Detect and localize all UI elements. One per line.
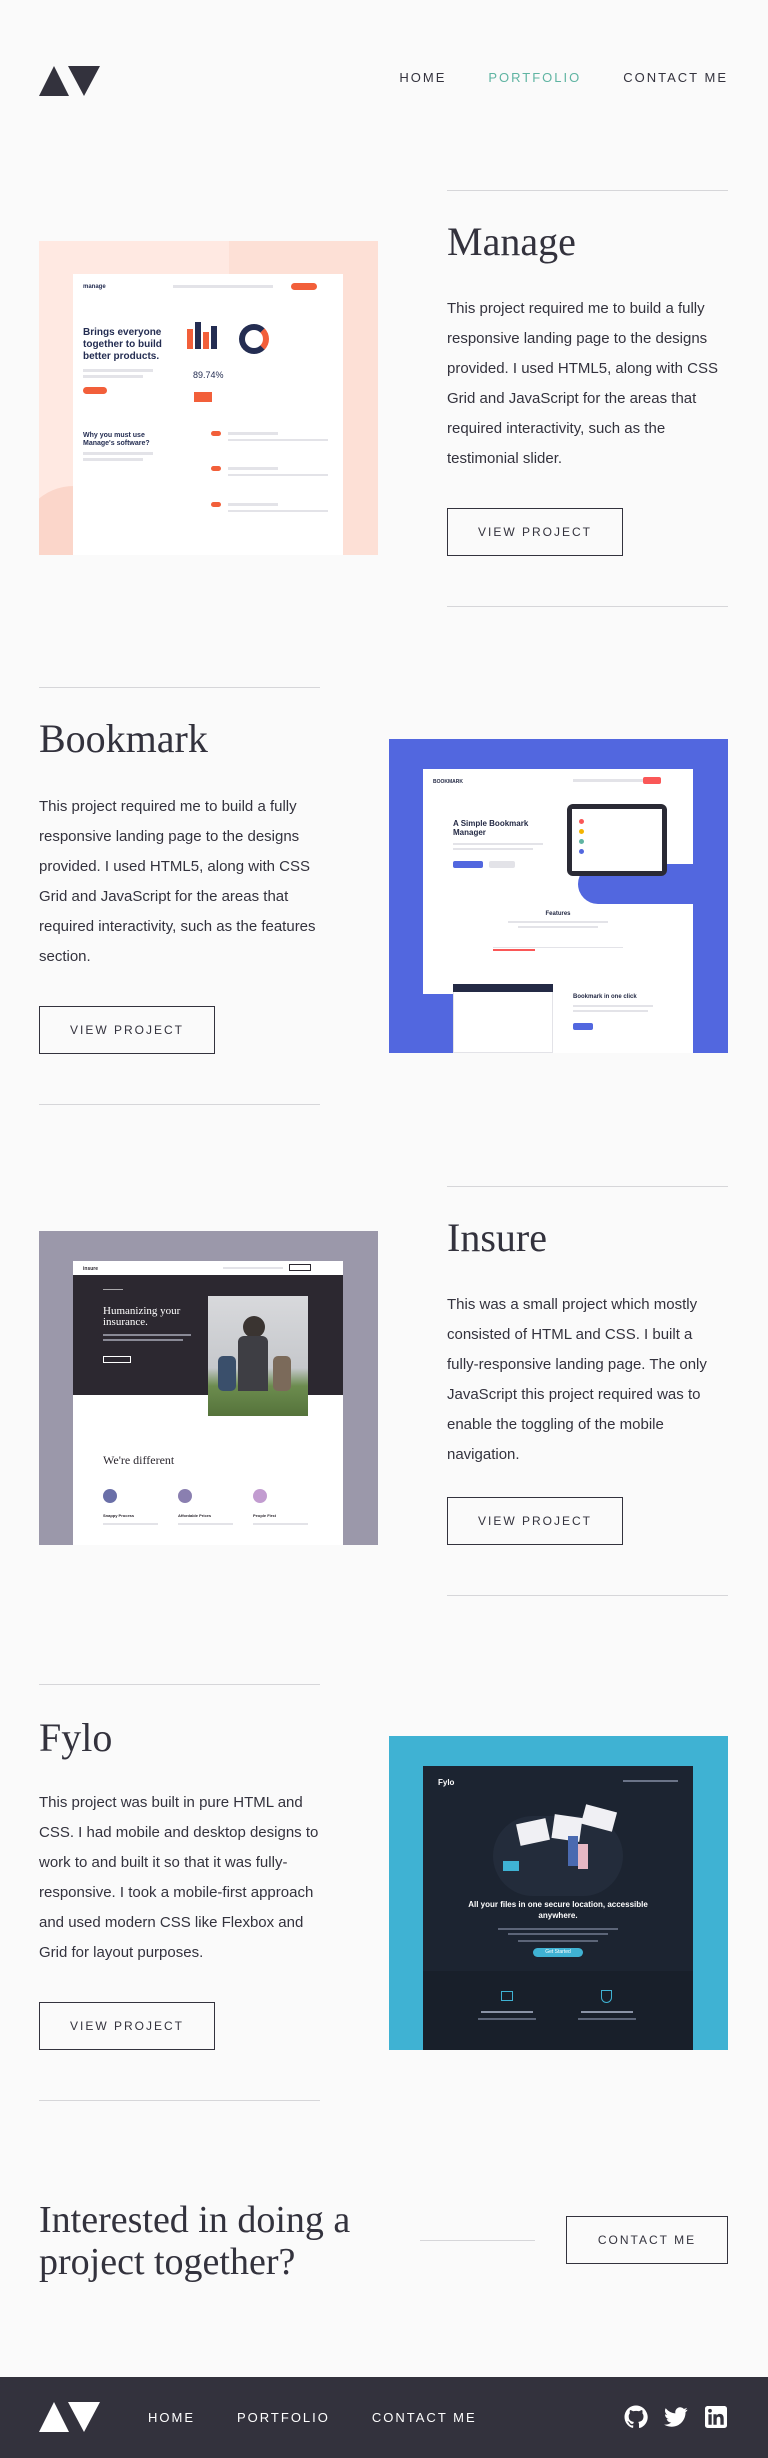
manage-preview-stat: 89.74% bbox=[193, 370, 224, 380]
fylo-preview-logo: Fylo bbox=[438, 1778, 455, 1787]
linkedin-icon[interactable] bbox=[704, 2405, 728, 2429]
bookmark-preview-features: Features bbox=[545, 911, 571, 917]
view-project-button[interactable]: VIEW PROJECT bbox=[447, 1497, 623, 1545]
manage-preview-headline: Brings everyone together to build better… bbox=[83, 327, 162, 362]
bookmark-preview-logo: BOOKMARK bbox=[433, 779, 463, 785]
manage-preview-image: manage Brings everyone together to build… bbox=[39, 241, 378, 555]
insure-preview-item: Snappy Process bbox=[103, 1513, 135, 1518]
project-title: Bookmark bbox=[39, 716, 208, 761]
bookmark-preview-section-title: Bookmark in one click bbox=[573, 994, 637, 1000]
nav-home-link[interactable]: HOME bbox=[399, 70, 446, 85]
insure-preview-image: insure Humanizing your insurance. We're … bbox=[39, 1231, 378, 1545]
footer-nav: HOME PORTFOLIO CONTACT ME bbox=[148, 2410, 477, 2425]
bookmark-preview-headline: A Simple Bookmark Manager bbox=[453, 819, 529, 837]
divider bbox=[39, 1104, 320, 1105]
project-description: This project required me to build a full… bbox=[39, 798, 316, 965]
fylo-preview-cta: Get Started bbox=[533, 1948, 583, 1957]
fylo-preview-image: Fylo All your files in one secure locati… bbox=[389, 1736, 728, 2050]
manage-preview-logo: manage bbox=[83, 284, 106, 290]
insure-preview-headline: Humanizing your insurance. bbox=[103, 1305, 181, 1328]
view-project-button[interactable]: VIEW PROJECT bbox=[39, 1006, 215, 1054]
main-nav: HOME PORTFOLIO CONTACT ME bbox=[399, 70, 728, 85]
contact-me-button[interactable]: CONTACT ME bbox=[566, 2216, 728, 2264]
project-title: Insure bbox=[447, 1215, 547, 1260]
manage-preview-subhead: Why you must use Manage's software? bbox=[83, 432, 150, 447]
logo-icon[interactable] bbox=[39, 66, 100, 96]
nav-portfolio-link[interactable]: PORTFOLIO bbox=[488, 70, 581, 85]
nav-contact-link[interactable]: CONTACT ME bbox=[623, 70, 728, 85]
github-icon[interactable] bbox=[624, 2405, 648, 2429]
bookmark-preview-image: BOOKMARK A Simple Bookmark Manager Featu… bbox=[389, 739, 728, 1053]
insure-preview-item: Affordable Prices bbox=[178, 1513, 212, 1518]
divider bbox=[420, 2240, 535, 2241]
divider bbox=[39, 2100, 320, 2101]
project-description: This project required me to build a full… bbox=[447, 300, 718, 467]
divider bbox=[447, 606, 728, 607]
footer: HOME PORTFOLIO CONTACT ME bbox=[0, 2377, 768, 2458]
project-title: Manage bbox=[447, 219, 576, 264]
divider bbox=[39, 1684, 320, 1685]
twitter-icon[interactable] bbox=[664, 2405, 688, 2429]
fylo-preview-headline: All your files in one secure location, a… bbox=[468, 1900, 648, 1920]
footer-contact-link[interactable]: CONTACT ME bbox=[372, 2410, 477, 2425]
divider bbox=[447, 190, 728, 191]
project-description: This project was built in pure HTML and … bbox=[39, 1794, 319, 1961]
footer-portfolio-link[interactable]: PORTFOLIO bbox=[237, 2410, 330, 2425]
project-description: This was a small project which mostly co… bbox=[447, 1296, 707, 1463]
insure-preview-subhead: We're different bbox=[103, 1453, 175, 1467]
view-project-button[interactable]: VIEW PROJECT bbox=[39, 2002, 215, 2050]
footer-home-link[interactable]: HOME bbox=[148, 2410, 195, 2425]
contact-heading: Interested in doing a project together? bbox=[39, 2199, 351, 2283]
view-project-button[interactable]: VIEW PROJECT bbox=[447, 508, 623, 556]
divider bbox=[447, 1186, 728, 1187]
footer-logo-icon[interactable] bbox=[39, 2402, 100, 2432]
insure-preview-logo: insure bbox=[83, 1266, 99, 1272]
social-links bbox=[624, 2405, 728, 2429]
divider bbox=[447, 1595, 728, 1596]
project-title: Fylo bbox=[39, 1715, 113, 1760]
divider bbox=[39, 687, 320, 688]
insure-preview-item: People First bbox=[253, 1513, 276, 1518]
